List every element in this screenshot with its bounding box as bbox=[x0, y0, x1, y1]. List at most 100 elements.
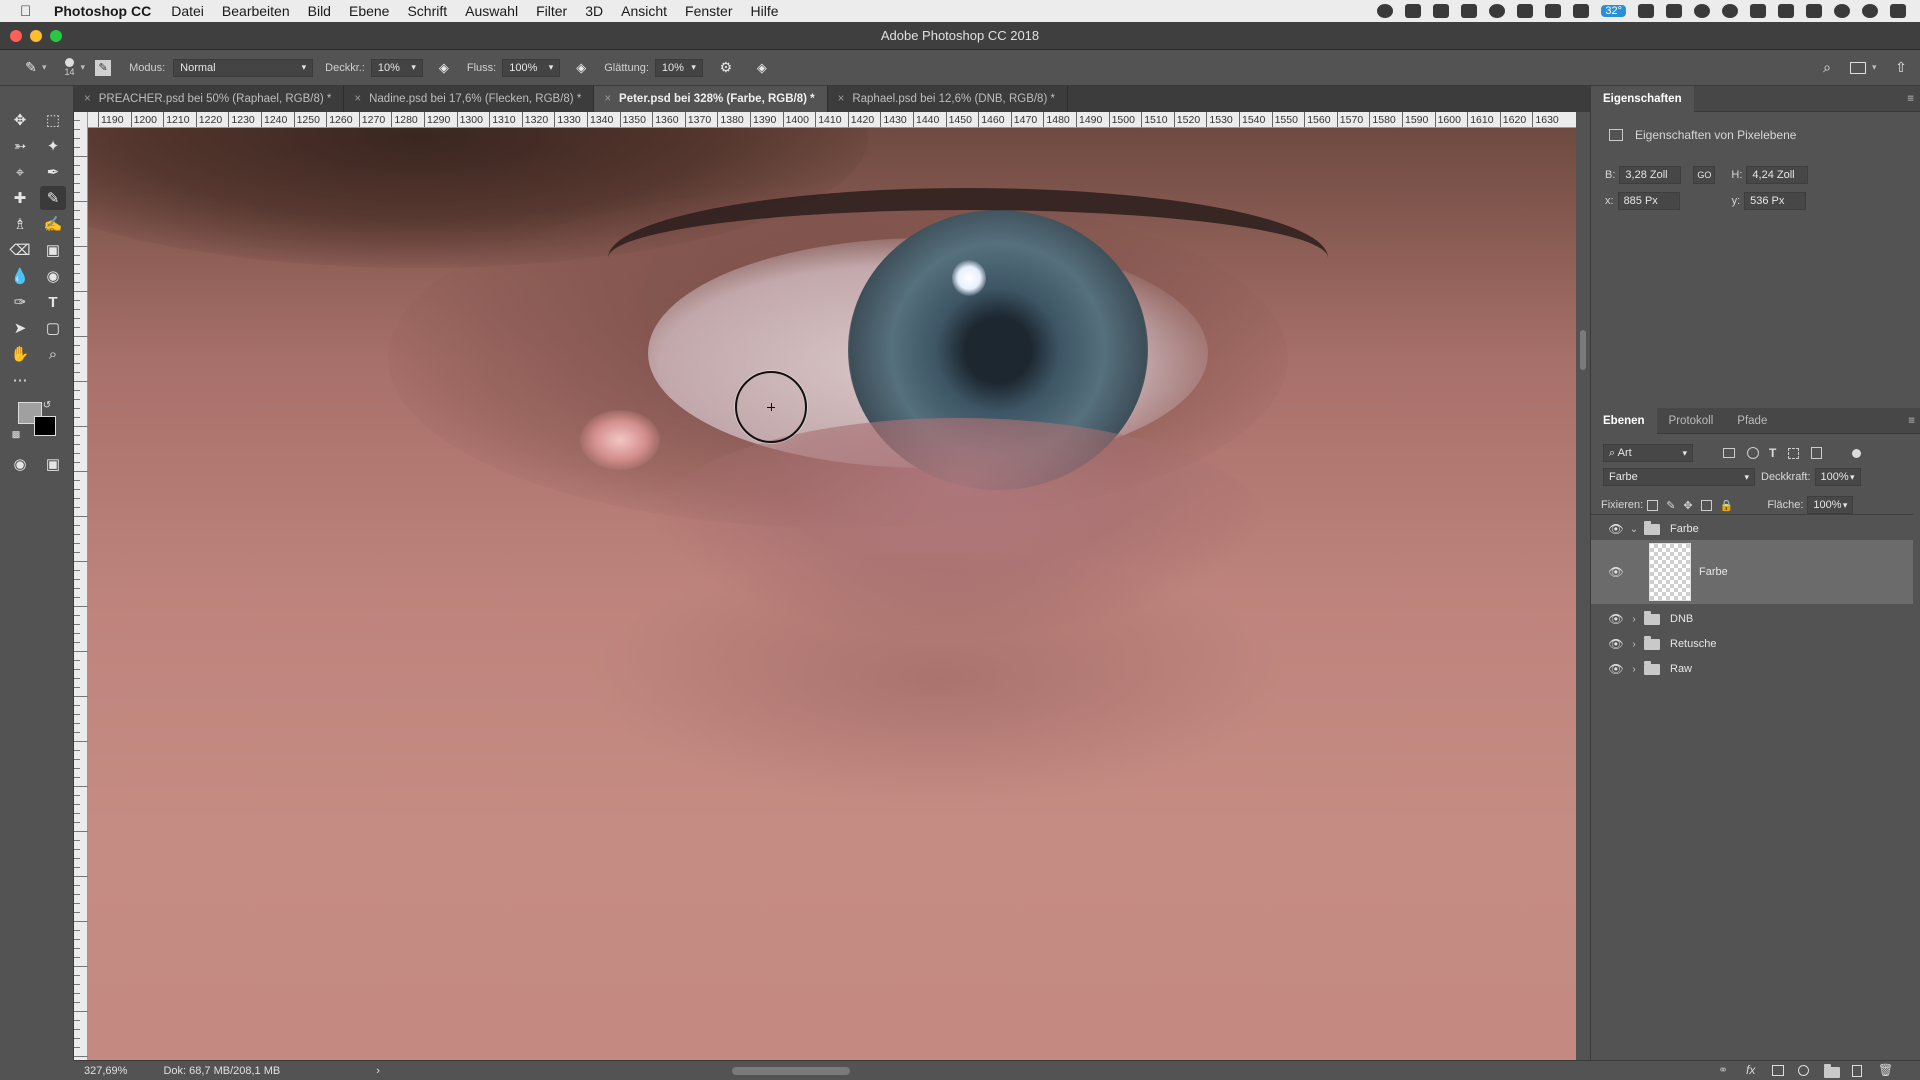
horizontal-scroll-thumb[interactable] bbox=[732, 1067, 850, 1075]
menu-bild[interactable]: Bild bbox=[308, 3, 331, 19]
blur-tool-icon[interactable]: 💧 bbox=[7, 264, 33, 288]
type-tool-icon[interactable]: T bbox=[40, 290, 66, 314]
layer-row-farbe-pixel[interactable]: 👁 Farbe bbox=[1591, 540, 1913, 604]
marquee-tool-icon[interactable]: ⬚ bbox=[40, 108, 66, 132]
close-icon[interactable]: × bbox=[84, 93, 91, 105]
menu-datei[interactable]: Datei bbox=[171, 3, 204, 19]
menu-filter[interactable]: Filter bbox=[536, 3, 567, 19]
bluetooth-icon[interactable] bbox=[1722, 4, 1738, 18]
dropbox-icon[interactable] bbox=[1433, 4, 1450, 18]
brush-tool-preset-icon[interactable]: ✎ bbox=[22, 59, 40, 76]
tab-properties[interactable]: Eigenschaften bbox=[1591, 85, 1694, 112]
quick-selection-tool-icon[interactable]: ✦ bbox=[40, 134, 66, 158]
brush-size-picker[interactable]: 14 bbox=[65, 58, 75, 77]
blend-mode-select[interactable]: Farbe ▾ bbox=[1603, 468, 1755, 486]
record-icon[interactable] bbox=[1377, 4, 1394, 18]
menu-ebene[interactable]: Ebene bbox=[349, 3, 389, 19]
menu-bearbeiten[interactable]: Bearbeiten bbox=[222, 3, 290, 19]
layer-row-farbe-group[interactable]: 👁 ⌄ Farbe bbox=[1591, 519, 1913, 539]
smoothing-field[interactable]: 10% ▾ bbox=[654, 58, 703, 77]
screen-mode-icon[interactable]: ▣ bbox=[40, 452, 66, 476]
y-field[interactable]: 536 Px bbox=[1744, 192, 1807, 210]
lock-pixels-icon[interactable]: ✎ bbox=[1666, 499, 1675, 512]
path-selection-tool-icon[interactable]: ➤ bbox=[7, 316, 33, 340]
x-field[interactable]: 885 Px bbox=[1617, 192, 1680, 210]
tab-history[interactable]: Protokoll bbox=[1657, 408, 1726, 434]
pressure-opacity-icon[interactable]: ◈ bbox=[435, 60, 453, 76]
hand-tool-icon[interactable]: ✋ bbox=[7, 342, 33, 366]
layer-kind-filter[interactable]: ⌕ Art ▾ bbox=[1603, 444, 1693, 462]
chevron-right-icon[interactable]: › bbox=[1628, 614, 1640, 625]
tab-nadine[interactable]: × Nadine.psd bei 17,6% (Flecken, RGB/8) * bbox=[344, 86, 595, 112]
menu-ansicht[interactable]: Ansicht bbox=[621, 3, 667, 19]
move-tool-icon[interactable]: ✥ bbox=[7, 108, 33, 132]
close-icon[interactable]: × bbox=[354, 93, 361, 105]
pressure-size-icon[interactable]: ◈ bbox=[753, 60, 771, 76]
chevron-down-icon[interactable]: ⌄ bbox=[1628, 524, 1640, 535]
eraser-tool-icon[interactable]: ⌫ bbox=[7, 238, 33, 262]
script-icon[interactable] bbox=[1545, 4, 1562, 18]
layer-opacity-field[interactable]: 100% ▾ bbox=[1814, 468, 1861, 486]
chevron-down-icon[interactable]: ▾ bbox=[1872, 62, 1877, 73]
mode-select[interactable]: Normal ▾ bbox=[173, 58, 314, 77]
background-color-swatch[interactable] bbox=[34, 416, 56, 436]
close-icon[interactable]: × bbox=[604, 93, 611, 105]
clone-stamp-tool-icon[interactable]: ♗ bbox=[7, 212, 33, 236]
app-name-menu[interactable]: Photoshop CC bbox=[54, 3, 151, 19]
panel-menu-icon[interactable]: ≡ bbox=[1907, 93, 1914, 105]
menu-hilfe[interactable]: Hilfe bbox=[751, 3, 779, 19]
tab-paths[interactable]: Pfade bbox=[1725, 408, 1779, 434]
rectangle-tool-icon[interactable]: ▢ bbox=[40, 316, 66, 340]
filter-pixel-icon[interactable] bbox=[1723, 448, 1735, 458]
brush-tool-icon[interactable]: ✎ bbox=[40, 186, 66, 210]
trash-icon[interactable]: 🗑 bbox=[1878, 1063, 1893, 1077]
tab-peter[interactable]: × Peter.psd bei 328% (Farbe, RGB/8) * bbox=[594, 86, 828, 112]
wifi-icon[interactable] bbox=[1750, 4, 1766, 18]
brush-settings-icon[interactable]: ✎ bbox=[95, 59, 112, 76]
lock-transparency-icon[interactable] bbox=[1647, 499, 1659, 511]
airbrush-icon[interactable]: ◈ bbox=[572, 60, 590, 76]
menu-3d[interactable]: 3D bbox=[585, 3, 603, 19]
lasso-tool-icon[interactable]: ➳ bbox=[7, 134, 33, 158]
gear-icon[interactable]: ⚙ bbox=[717, 59, 735, 76]
panel-menu-icon[interactable]: ≡ bbox=[1908, 415, 1915, 427]
creative-cloud-icon[interactable] bbox=[1489, 4, 1506, 18]
link-dimensions-button[interactable]: GO bbox=[1693, 166, 1716, 184]
menu-schrift[interactable]: Schrift bbox=[407, 3, 447, 19]
apple-icon[interactable]:  bbox=[20, 3, 40, 20]
adjustment-layer-icon[interactable] bbox=[1798, 1065, 1809, 1076]
vertical-scrollbar[interactable] bbox=[1576, 112, 1590, 1060]
history-brush-tool-icon[interactable]: ✍ bbox=[40, 212, 66, 236]
visibility-eye-icon[interactable]: 👁 bbox=[1608, 612, 1624, 626]
lock-artboard-icon[interactable] bbox=[1700, 499, 1712, 511]
quick-mask-icon[interactable]: ◉ bbox=[7, 452, 33, 476]
visibility-eye-icon[interactable]: 👁 bbox=[1608, 662, 1624, 676]
chevron-down-icon[interactable]: ▾ bbox=[81, 62, 86, 73]
hd-icon[interactable] bbox=[1638, 4, 1654, 18]
visibility-eye-icon[interactable]: 👁 bbox=[1608, 565, 1624, 579]
status-menu-arrow[interactable]: › bbox=[376, 1065, 380, 1077]
filter-shape-icon[interactable] bbox=[1788, 447, 1800, 459]
temperature-badge[interactable]: 32° bbox=[1601, 5, 1626, 17]
default-colors-icon[interactable]: ▩ bbox=[10, 428, 22, 440]
lock-all-icon[interactable]: 🔒 bbox=[1720, 499, 1734, 512]
close-icon[interactable]: × bbox=[838, 93, 845, 105]
display-icon[interactable] bbox=[1405, 4, 1422, 18]
zoom-window-button[interactable] bbox=[50, 30, 62, 42]
visibility-eye-icon[interactable]: 👁 bbox=[1608, 637, 1624, 651]
sync-icon[interactable] bbox=[1694, 4, 1710, 18]
dodge-tool-icon[interactable]: ◉ bbox=[40, 264, 66, 288]
airplay-icon[interactable] bbox=[1778, 4, 1794, 18]
tab-layers[interactable]: Ebenen bbox=[1591, 407, 1657, 434]
chevron-right-icon[interactable]: › bbox=[1628, 639, 1640, 650]
layer-row-retusche[interactable]: 👁 › Retusche bbox=[1591, 634, 1913, 654]
chevron-down-icon[interactable]: ▾ bbox=[42, 62, 47, 73]
new-group-icon[interactable] bbox=[1824, 1064, 1840, 1078]
vertical-scroll-thumb[interactable] bbox=[1580, 330, 1586, 370]
healing-brush-tool-icon[interactable]: ✚ bbox=[7, 186, 33, 210]
keyboard-icon[interactable] bbox=[1573, 4, 1590, 18]
document-canvas[interactable] bbox=[88, 128, 1576, 1060]
menu-auswahl[interactable]: Auswahl bbox=[465, 3, 518, 19]
crop-tool-icon[interactable]: ⌖ bbox=[7, 160, 33, 184]
filter-adjustment-icon[interactable] bbox=[1747, 447, 1759, 459]
